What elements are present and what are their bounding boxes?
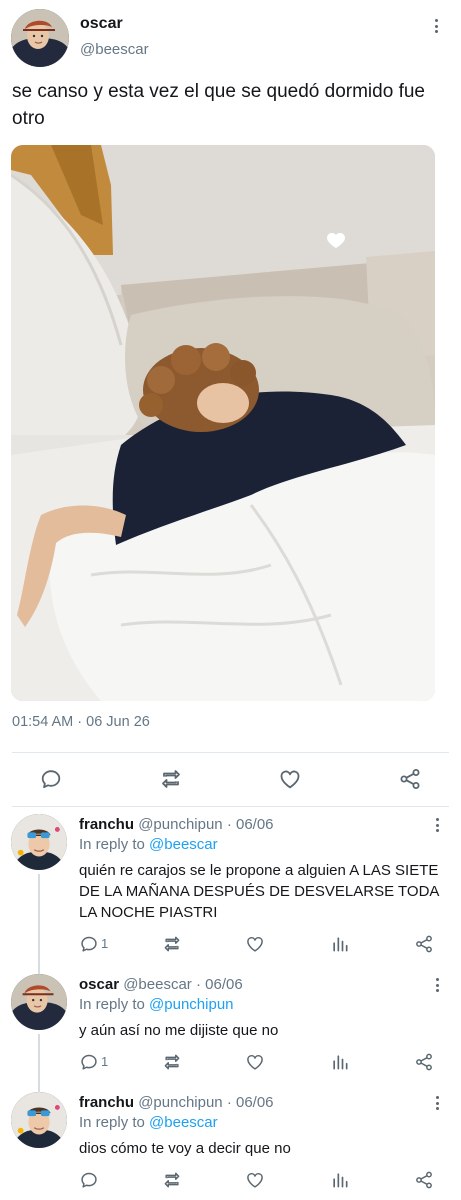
share-icon[interactable] <box>414 1052 434 1072</box>
in-reply-label: In reply to <box>79 836 145 853</box>
avatar[interactable] <box>11 1092 67 1148</box>
reply-count: 1 <box>101 936 109 951</box>
in-reply-label: In reply to <box>79 1114 145 1131</box>
tweet-photo[interactable] <box>11 145 435 701</box>
analytics-icon[interactable] <box>330 1170 350 1190</box>
retweet-icon[interactable] <box>162 934 182 954</box>
reply-header: oscar @beescar · 06/06 <box>79 976 243 993</box>
share-icon[interactable] <box>414 1170 434 1190</box>
reply-text: quién re carajos se le propone a alguien… <box>79 862 439 921</box>
reply-icon[interactable] <box>39 767 63 791</box>
author-name[interactable]: oscar <box>80 15 123 33</box>
avatar[interactable] <box>11 9 69 67</box>
reply-text: y aún así no me dijiste que no <box>79 1022 279 1039</box>
reply-author-name[interactable]: franchu <box>79 816 134 833</box>
thread-line <box>38 874 40 976</box>
more-options-icon[interactable] <box>432 978 442 998</box>
in-reply-to: In reply to @beescar <box>79 836 218 853</box>
in-reply-to: In reply to @beescar <box>79 1114 218 1131</box>
reply-actions <box>79 1170 439 1192</box>
in-reply-to: In reply to @punchipun <box>79 996 234 1013</box>
reply-header: franchu @punchipun · 06/06 <box>79 816 274 833</box>
oscar-avatar-image <box>11 974 67 1030</box>
more-options-icon[interactable] <box>432 1096 442 1116</box>
share-icon[interactable] <box>398 767 422 791</box>
reply-date[interactable]: · 06/06 <box>227 1094 274 1111</box>
avatar[interactable] <box>11 974 67 1030</box>
tweet-text: se canso y esta vez el que se quedó dorm… <box>12 81 425 129</box>
reply-author-name[interactable]: franchu <box>79 1094 134 1111</box>
reply-date[interactable]: · 06/06 <box>196 976 243 993</box>
like-icon[interactable] <box>245 934 265 954</box>
reply-author-handle[interactable]: @punchipun <box>138 1094 222 1111</box>
reply-actions: 1 <box>79 934 439 956</box>
divider <box>12 752 449 753</box>
in-reply-label: In reply to <box>79 996 145 1013</box>
reply-count: 1 <box>101 1054 109 1069</box>
reply-icon[interactable] <box>79 1170 99 1190</box>
reply-date[interactable]: · 06/06 <box>227 816 274 833</box>
like-icon[interactable] <box>245 1052 265 1072</box>
analytics-icon[interactable] <box>330 934 350 954</box>
reply-actions: 1 <box>79 1052 439 1074</box>
author-handle[interactable]: @beescar <box>80 41 149 58</box>
reply-author-handle[interactable]: @beescar <box>123 976 192 993</box>
retweet-icon[interactable] <box>162 1052 182 1072</box>
in-reply-handle-link[interactable]: @beescar <box>149 836 218 853</box>
more-options-icon[interactable] <box>431 19 441 39</box>
reply-text: dios cómo te voy a decir que no <box>79 1140 291 1157</box>
retweet-icon[interactable] <box>162 1170 182 1190</box>
franchu-avatar-image <box>11 814 67 870</box>
reply-header: franchu @punchipun · 06/06 <box>79 1094 274 1111</box>
retweet-icon[interactable] <box>159 767 183 791</box>
reply-author-name[interactable]: oscar <box>79 976 119 993</box>
more-options-icon[interactable] <box>432 818 442 838</box>
divider <box>12 806 449 807</box>
reply-author-handle[interactable]: @punchipun <box>138 816 222 833</box>
share-icon[interactable] <box>414 934 434 954</box>
sleeping-person-photo <box>11 145 435 701</box>
in-reply-handle-link[interactable]: @beescar <box>149 1114 218 1131</box>
analytics-icon[interactable] <box>330 1052 350 1072</box>
reply-icon[interactable] <box>79 934 99 954</box>
tweet-timestamp[interactable]: 01:54 AM · 06 Jun 26 <box>12 714 150 730</box>
like-icon[interactable] <box>278 767 302 791</box>
in-reply-handle-link[interactable]: @punchipun <box>149 996 233 1013</box>
like-icon[interactable] <box>245 1170 265 1190</box>
franchu-avatar-image <box>11 1092 67 1148</box>
avatar[interactable] <box>11 814 67 870</box>
oscar-avatar-image <box>11 9 69 67</box>
reply-icon[interactable] <box>79 1052 99 1072</box>
